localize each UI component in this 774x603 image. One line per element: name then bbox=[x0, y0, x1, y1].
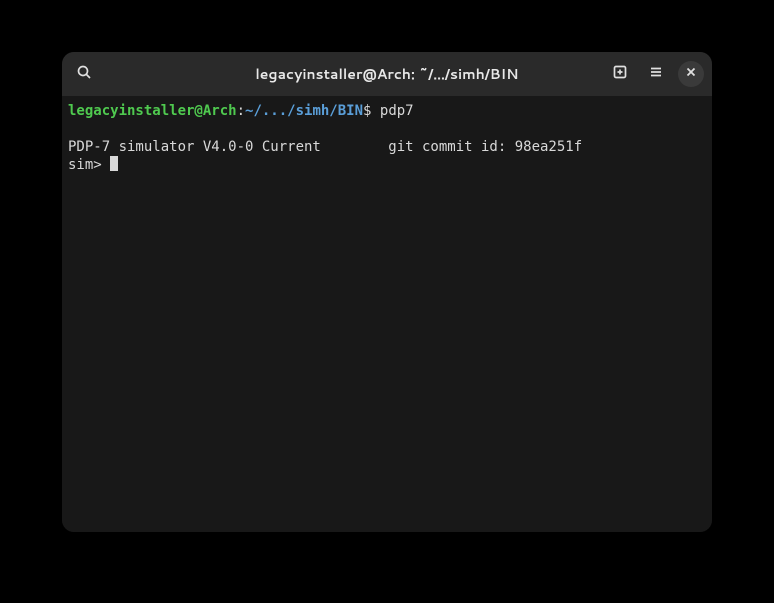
new-tab-icon bbox=[612, 64, 628, 84]
output-line: PDP-7 simulator V4.0-0 Current git commi… bbox=[68, 138, 706, 156]
prompt-user-host: legacyinstaller@Arch bbox=[68, 103, 237, 119]
blank-line bbox=[68, 120, 706, 138]
command-text: pdp7 bbox=[380, 103, 414, 119]
titlebar: legacyinstaller@Arch: ~/.../simh/BIN bbox=[62, 52, 712, 96]
close-button[interactable] bbox=[678, 61, 704, 87]
terminal-window: legacyinstaller@Arch: ~/.../simh/BIN bbox=[62, 52, 712, 532]
sim-prompt-line: sim> bbox=[68, 156, 706, 174]
search-icon bbox=[76, 64, 92, 84]
terminal-body[interactable]: legacyinstaller@Arch:~/.../simh/BIN$ pdp… bbox=[62, 96, 712, 532]
prompt-path: ~/.../simh/BIN bbox=[245, 103, 363, 119]
hamburger-icon bbox=[648, 64, 664, 84]
menu-button[interactable] bbox=[642, 60, 670, 88]
window-title: legacyinstaller@Arch: ~/.../simh/BIN bbox=[198, 64, 576, 84]
titlebar-left bbox=[70, 60, 190, 88]
titlebar-right bbox=[584, 60, 704, 88]
prompt-dollar: $ bbox=[363, 103, 380, 119]
close-icon bbox=[683, 64, 699, 84]
sim-prompt: sim> bbox=[68, 156, 110, 174]
cursor bbox=[110, 156, 118, 171]
search-button[interactable] bbox=[70, 60, 98, 88]
new-tab-button[interactable] bbox=[606, 60, 634, 88]
prompt-colon: : bbox=[237, 103, 245, 119]
prompt-line: legacyinstaller@Arch:~/.../simh/BIN$ pdp… bbox=[68, 102, 706, 120]
